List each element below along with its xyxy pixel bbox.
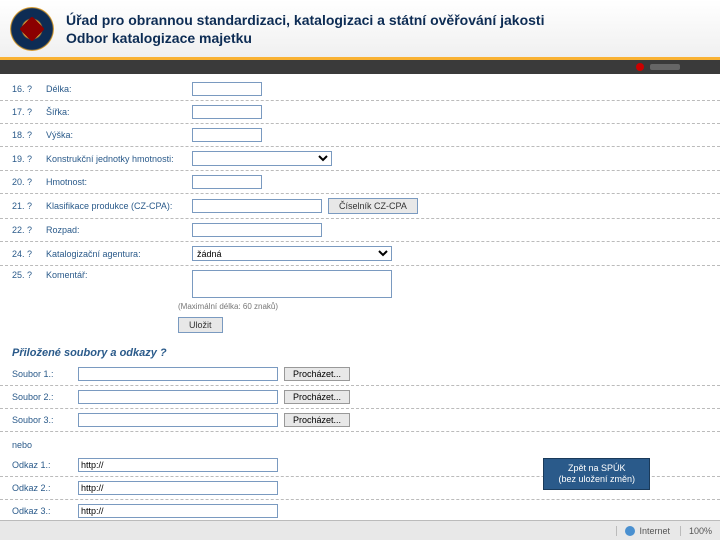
browse-button[interactable]: Procházet... (284, 367, 350, 381)
file2-input[interactable] (78, 390, 278, 404)
agency-logo (10, 7, 54, 51)
link3-input[interactable] (78, 504, 278, 518)
field-num: 18. ? (12, 130, 40, 140)
form-content: 16. ? Délka: 17. ? Šířka: 18. ? Výška: 1… (0, 74, 720, 520)
field-label: Katalogizační agentura: (46, 249, 186, 259)
field-label: Šířka: (46, 107, 186, 117)
globe-icon (625, 526, 635, 536)
field-num: 19. ? (12, 154, 40, 164)
agency-select[interactable]: žádná (192, 246, 392, 261)
file-label: Soubor 3.: (12, 415, 72, 425)
comment-hint: (Maximální délka: 60 znaků) (178, 300, 720, 313)
czcpa-input[interactable] (192, 199, 322, 213)
link-label: Odkaz 3.: (12, 506, 72, 516)
field-num: 21. ? (12, 201, 40, 211)
field-label: Délka: (46, 84, 186, 94)
breakdown-input[interactable] (192, 223, 322, 237)
file-label: Soubor 2.: (12, 392, 72, 402)
field-label: Konstrukční jednotky hmotnosti: (46, 154, 186, 164)
browse-button[interactable]: Procházet... (284, 413, 350, 427)
back-button[interactable]: Zpět na SPÚK (bez uložení změn) (543, 458, 650, 490)
page-header: Úřad pro obrannou standardizaci, katalog… (0, 0, 720, 60)
link-label: Odkaz 1.: (12, 460, 72, 470)
browse-button[interactable]: Procházet... (284, 390, 350, 404)
field-label: Výška: (46, 130, 186, 140)
header-line1: Úřad pro obrannou standardizaci, katalog… (66, 12, 544, 28)
status-bar: Internet 100% (0, 520, 720, 540)
field-label: Hmotnost: (46, 177, 186, 187)
width-input[interactable] (192, 105, 262, 119)
field-label: Rozpad: (46, 225, 186, 235)
file1-input[interactable] (78, 367, 278, 381)
attachments-title: Přiložené soubory a odkazy ? (0, 337, 720, 365)
back-line1: Zpět na SPÚK (558, 463, 635, 474)
link2-input[interactable] (78, 481, 278, 495)
height-input[interactable] (192, 128, 262, 142)
or-label: nebo (0, 434, 720, 456)
file-label: Soubor 1.: (12, 369, 72, 379)
field-label: Klasifikace produkce (CZ-CPA): (46, 201, 186, 211)
link1-input[interactable] (78, 458, 278, 472)
field-num: 16. ? (12, 84, 40, 94)
field-num: 22. ? (12, 225, 40, 235)
field-num: 20. ? (12, 177, 40, 187)
zoom-label: 100% (689, 526, 712, 536)
field-num: 24. ? (12, 249, 40, 259)
zone-label: Internet (639, 526, 670, 536)
header-line2: Odbor katalogizace majetku (66, 30, 544, 46)
file3-input[interactable] (78, 413, 278, 427)
length-input[interactable] (192, 82, 262, 96)
back-line2: (bez uložení změn) (558, 474, 635, 485)
link-label: Odkaz 2.: (12, 483, 72, 493)
field-num: 25. ? (12, 270, 40, 280)
weight-input[interactable] (192, 175, 262, 189)
toolbar-bar (650, 64, 680, 70)
weight-unit-select[interactable] (192, 151, 332, 166)
comment-textarea[interactable] (192, 270, 392, 298)
media-toolbar (0, 60, 720, 74)
field-label: Komentář: (46, 270, 186, 280)
field-num: 17. ? (12, 107, 40, 117)
record-icon (636, 63, 644, 71)
czcpa-lookup-button[interactable]: Číselník CZ-CPA (328, 198, 418, 214)
save-button[interactable]: Uložit (178, 317, 223, 333)
